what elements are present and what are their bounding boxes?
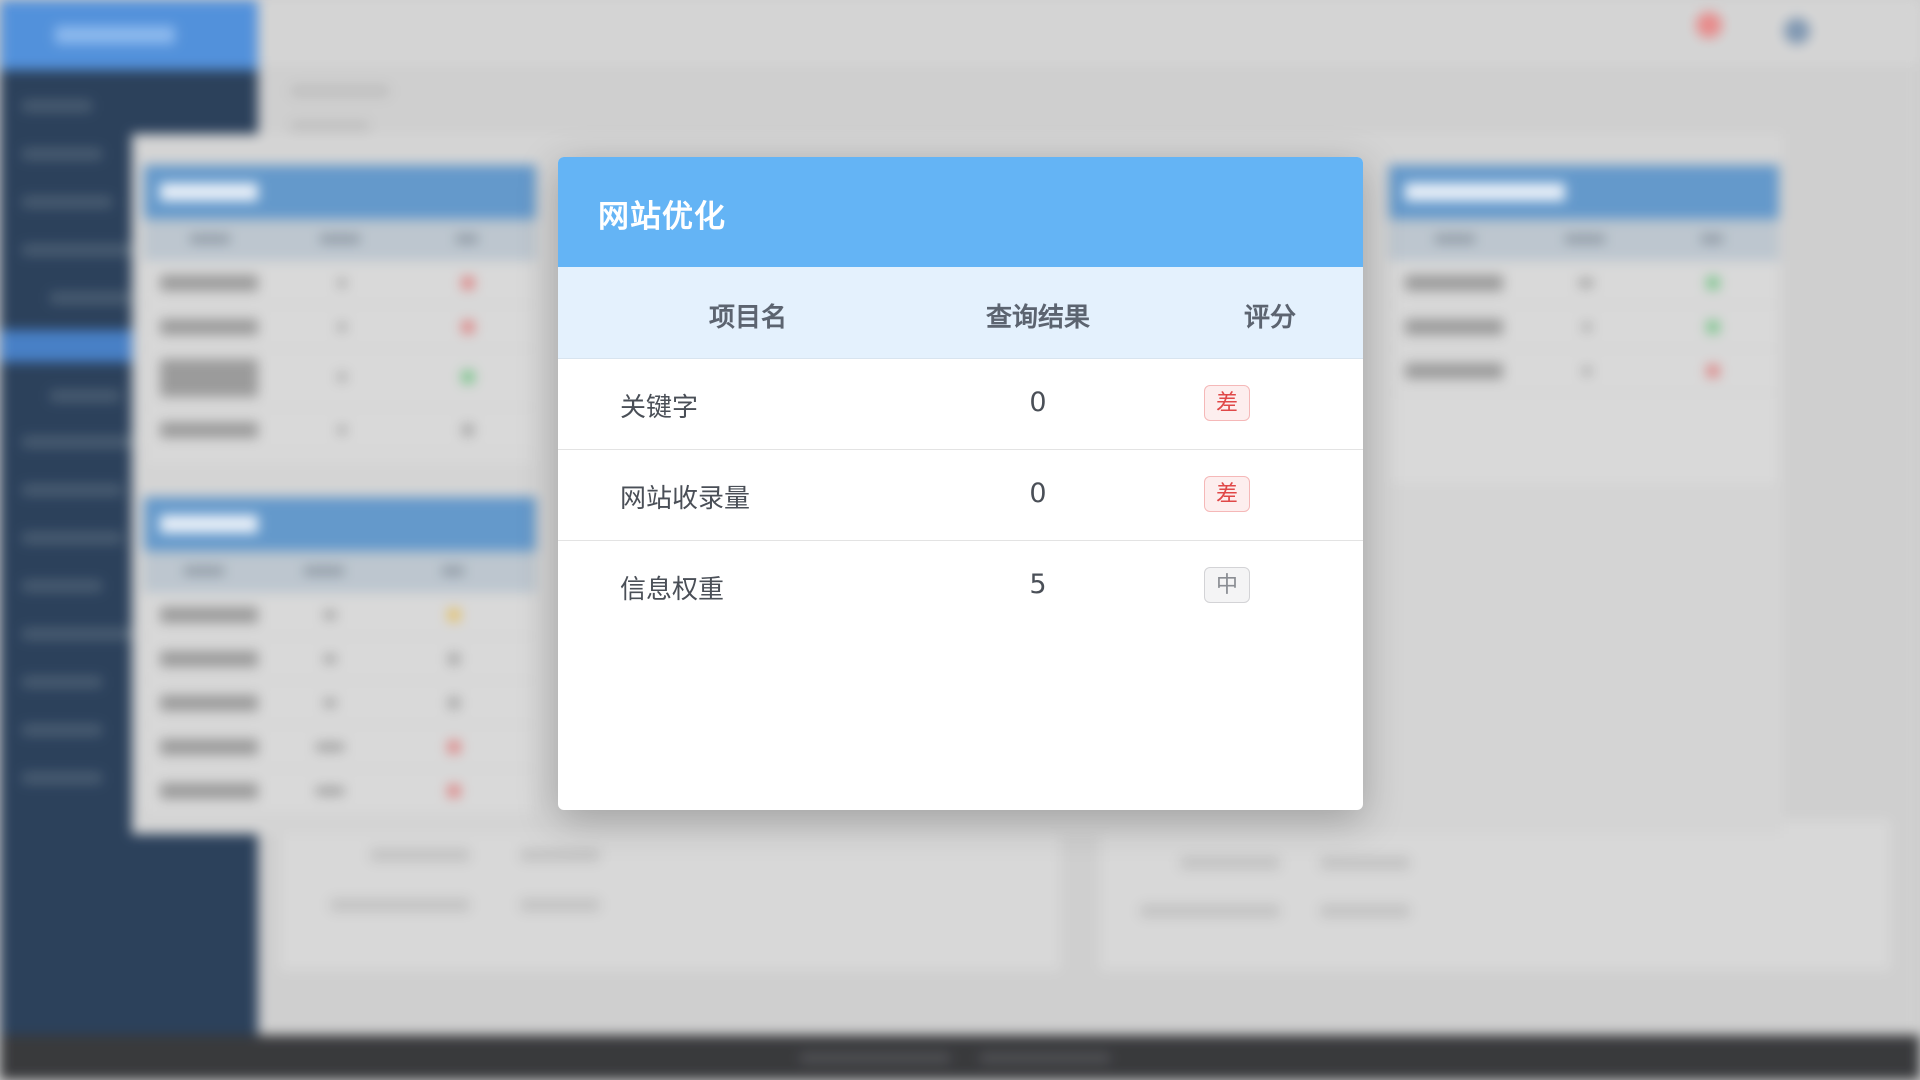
table-row: 关键字 0 差 [558, 359, 1363, 450]
column-header-name: 项目名 [708, 303, 787, 333]
dialog-header: 网站优化 [558, 157, 1363, 267]
dialog-title: 网站优化 [598, 199, 726, 235]
score-badge: 中 [1204, 567, 1250, 603]
row-result: 0 [1029, 387, 1047, 418]
score-badge: 差 [1204, 476, 1250, 512]
row-result: 0 [1029, 478, 1047, 509]
row-name: 网站收录量 [620, 484, 751, 514]
row-name: 信息权重 [620, 575, 725, 605]
row-result: 5 [1029, 569, 1047, 600]
column-header-result: 查询结果 [985, 303, 1090, 333]
table-row: 网站收录量 0 差 [558, 450, 1363, 541]
seo-dialog: 网站优化 项目名 查询结果 评分 关键字 0 差 网站收录量 0 差 信息权重 … [558, 157, 1363, 810]
table-header: 项目名 查询结果 评分 [558, 267, 1363, 359]
score-badge: 差 [1204, 385, 1250, 421]
column-header-score: 评分 [1243, 303, 1296, 333]
table-row: 信息权重 5 中 [558, 541, 1363, 631]
row-name: 关键字 [620, 393, 699, 423]
